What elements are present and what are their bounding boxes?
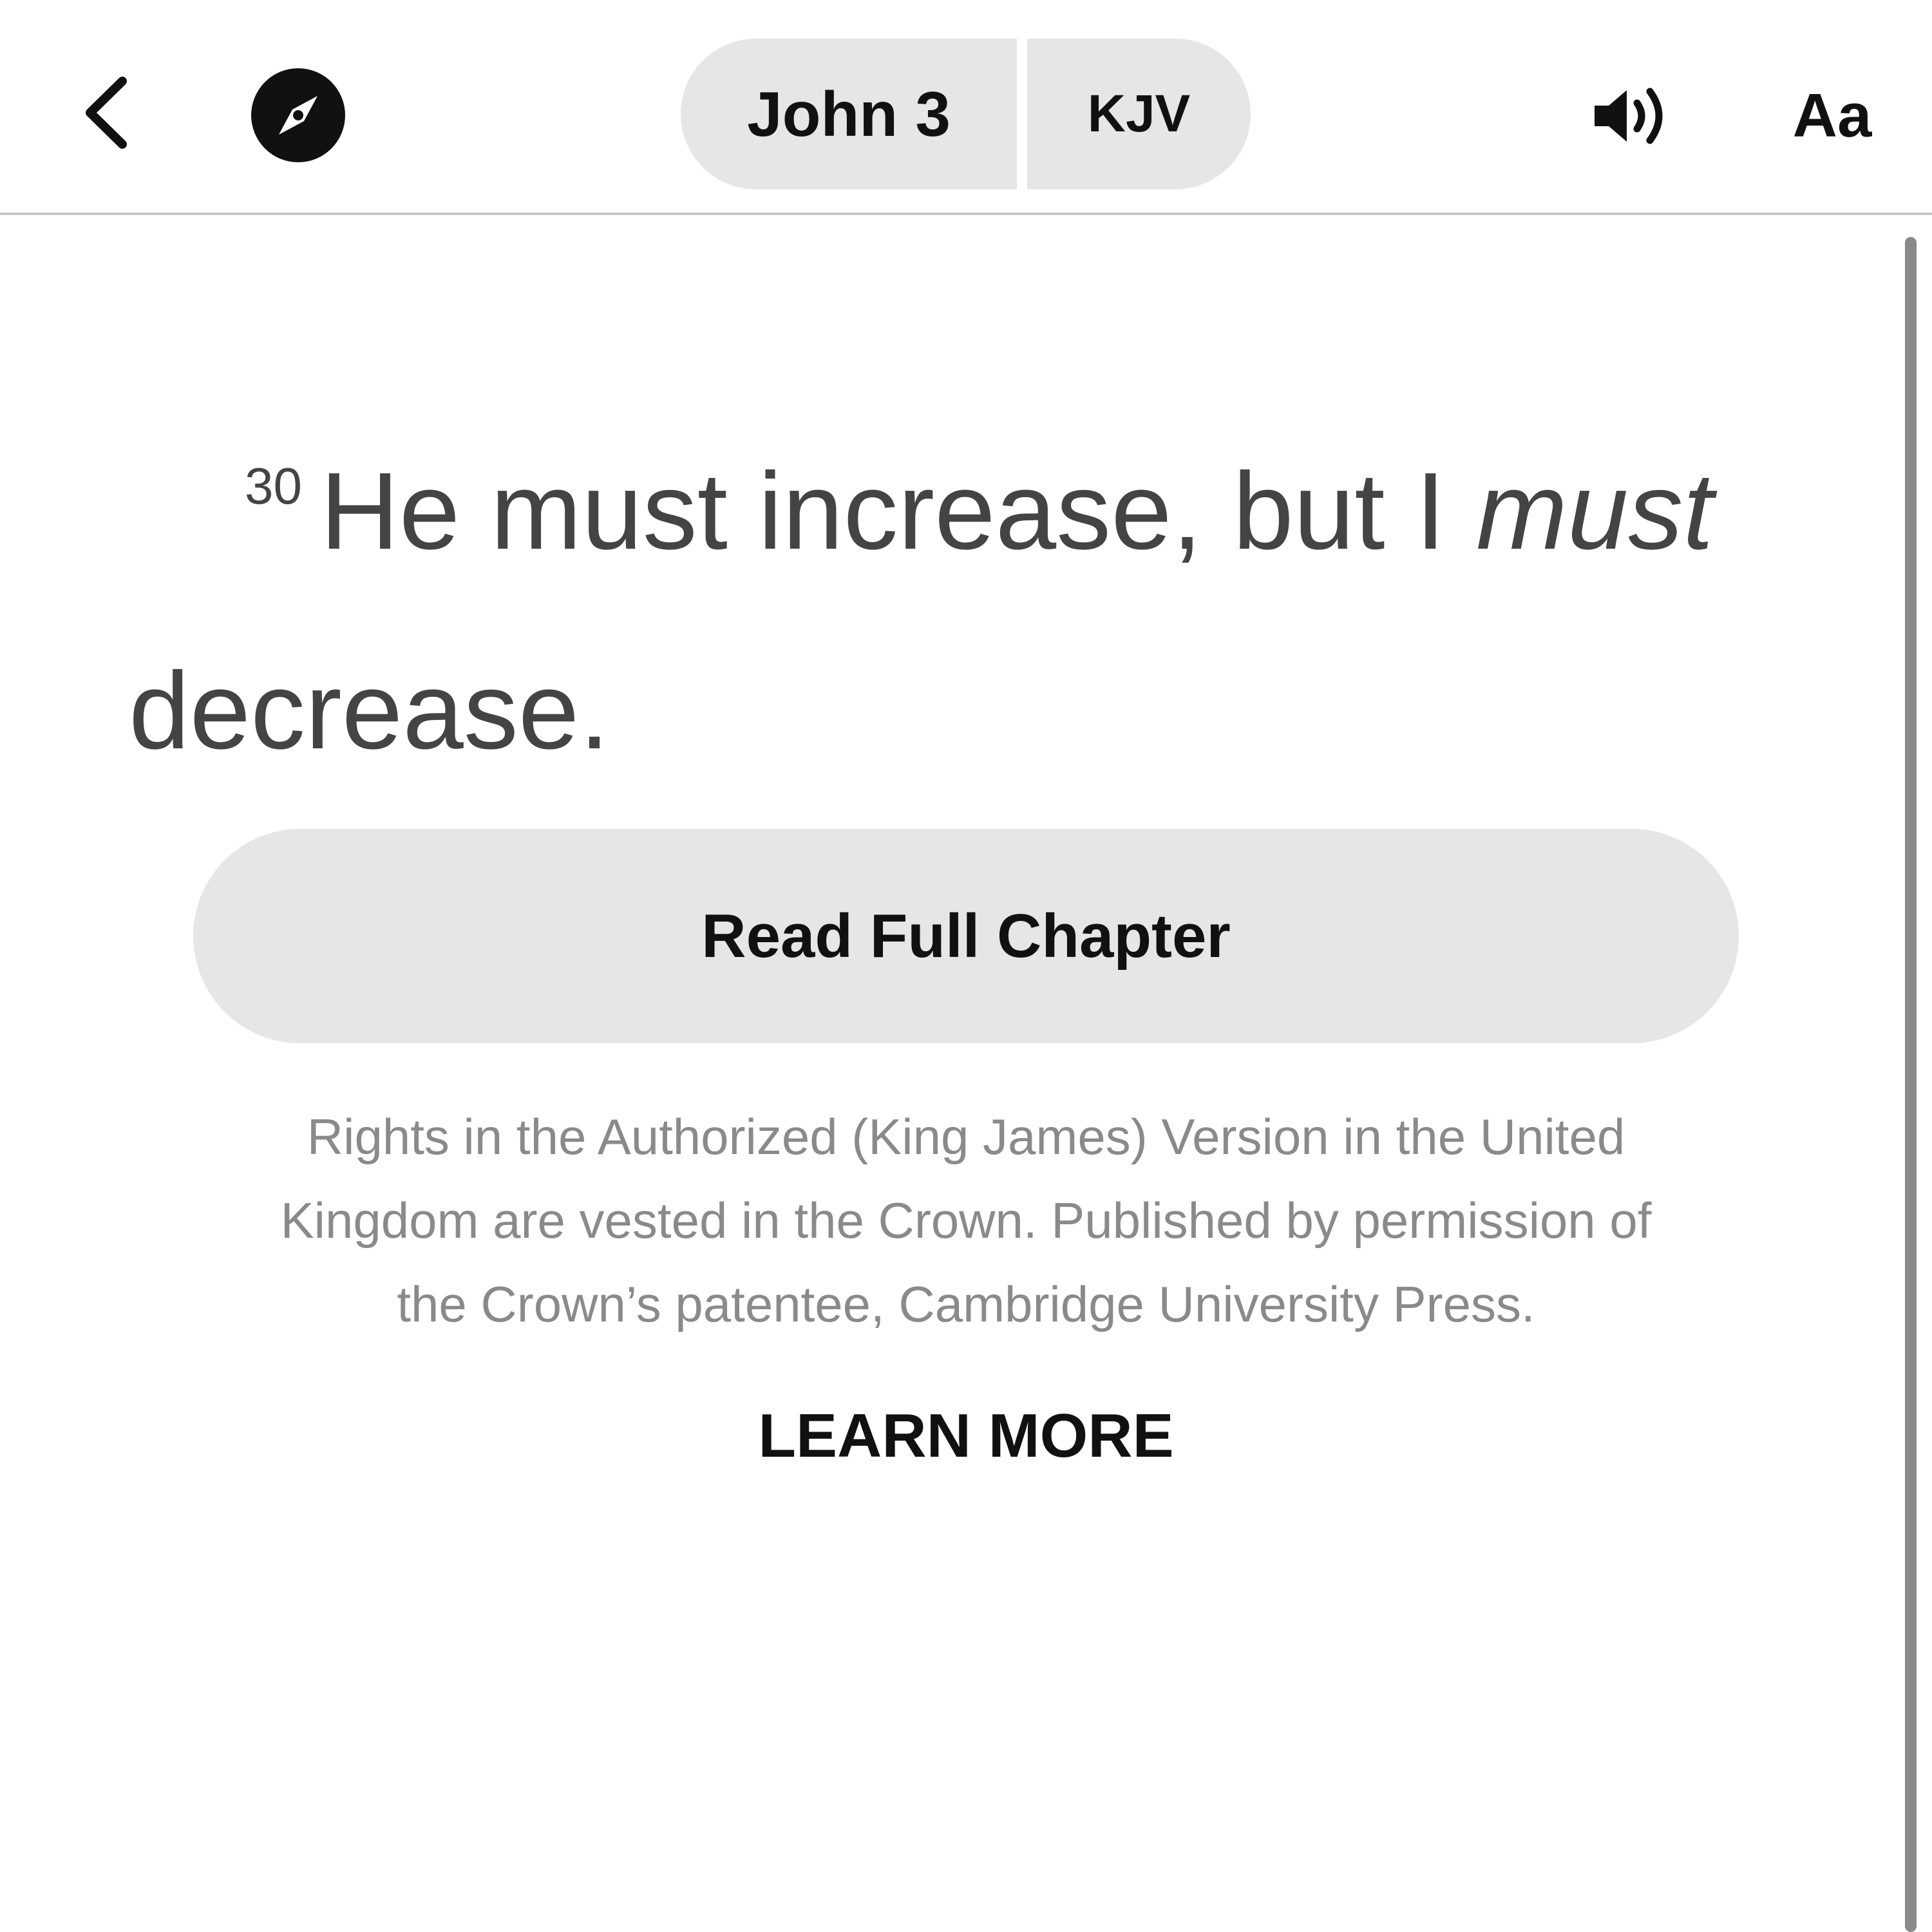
read-full-chapter-button[interactable]: Read Full Chapter <box>193 829 1739 1043</box>
version-label: KJV <box>1087 84 1191 143</box>
top-toolbar: John 3 KJV Aa <box>0 0 1932 215</box>
speaker-volume-icon <box>1595 88 1663 144</box>
copyright-notice: Rights in the Authorized (King James) Ve… <box>167 1095 1765 1346</box>
verse-italic-word: must <box>1476 450 1714 573</box>
copyright-line: the Crown’s patentee, Cambridge Universi… <box>397 1276 1535 1332</box>
read-full-chapter-label: Read Full Chapter <box>701 901 1231 971</box>
compass-icon <box>279 96 317 135</box>
audio-button[interactable] <box>1591 77 1674 155</box>
scrollbar[interactable] <box>1905 237 1917 1932</box>
explore-button[interactable] <box>251 68 345 162</box>
copyright-line: Rights in the Authorized (King James) Ve… <box>307 1108 1625 1165</box>
verse-number: 30 <box>245 457 302 515</box>
copyright-line: Kingdom are vested in the Crown. Publish… <box>280 1192 1652 1249</box>
verse-text: 30 He must increase, but I must decrease. <box>129 386 1790 811</box>
version-selector-button[interactable]: KJV <box>1027 39 1251 189</box>
back-button[interactable] <box>71 64 148 161</box>
verse-text-start: He must increase, but I <box>319 450 1477 573</box>
chapter-reference-label: John 3 <box>747 78 951 149</box>
reference-selector: John 3 KJV <box>681 39 1251 189</box>
chevron-left-icon <box>86 77 127 149</box>
font-settings-label: Aa <box>1792 81 1872 150</box>
verse-line: 30 He must increase, but I must <box>129 386 1790 611</box>
font-settings-button[interactable]: Aa <box>1765 71 1900 161</box>
verse-text-end: decrease. <box>129 650 610 772</box>
chapter-selector-button[interactable]: John 3 <box>681 39 1017 189</box>
learn-more-link[interactable]: LEARN MORE <box>644 1397 1288 1475</box>
